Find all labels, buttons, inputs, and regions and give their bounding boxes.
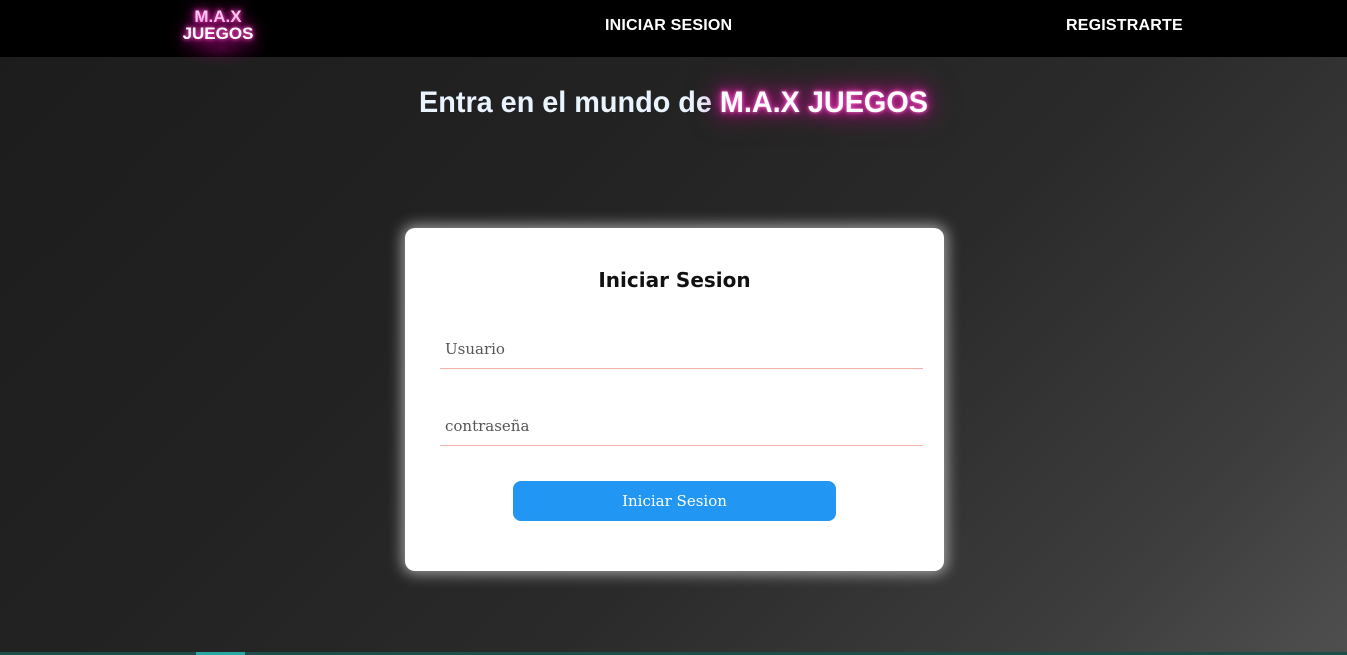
- nav-register-link[interactable]: REGISTRARTE: [1066, 17, 1183, 35]
- logo-line-2: JUEGOS: [182, 24, 254, 43]
- hero-heading: Entra en el mundo de M.A.X JUEGOS: [27, 86, 1320, 120]
- login-submit-button[interactable]: Iniciar Sesion: [513, 481, 836, 521]
- login-card: Iniciar Sesion Iniciar Sesion: [405, 228, 944, 571]
- hero-heading-brand: M.A.X JUEGOS: [719, 86, 928, 119]
- logo-line-1: M.A.X: [194, 7, 242, 26]
- nav-login-link[interactable]: INICIAR SESION: [605, 17, 732, 35]
- password-input[interactable]: [440, 406, 923, 446]
- username-input[interactable]: [440, 329, 923, 369]
- hero-heading-prefix: Entra en el mundo de: [419, 86, 720, 119]
- top-navigation-bar: M.A.X JUEGOS INICIAR SESION REGISTRARTE: [0, 0, 1347, 66]
- login-card-title: Iniciar Sesion: [598, 268, 751, 292]
- site-logo[interactable]: M.A.X JUEGOS: [168, 8, 268, 42]
